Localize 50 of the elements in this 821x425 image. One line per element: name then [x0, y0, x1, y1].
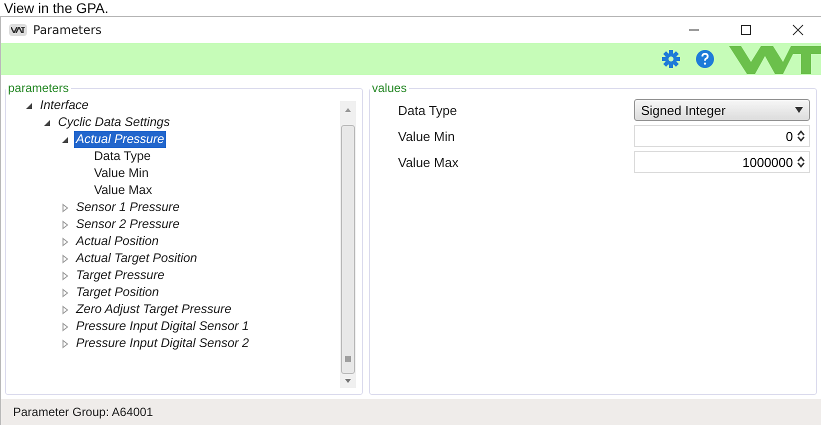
tree-item[interactable]: Actual Position [74, 233, 161, 250]
collapsed-triangle-icon[interactable] [60, 220, 70, 230]
field-label: Value Max [398, 154, 460, 170]
tree-item[interactable]: Actual Target Position [74, 250, 200, 267]
settings-icon[interactable] [661, 49, 681, 69]
caption-text: View in the GPA. [3, 0, 109, 16]
tree-item[interactable]: Zero Adjust Target Pressure [74, 301, 234, 318]
status-bar: Parameter Group: A64001 [1, 399, 821, 425]
field-label: Value Min [398, 128, 456, 144]
collapsed-triangle-icon[interactable] [60, 254, 70, 264]
collapsed-triangle-icon[interactable] [60, 304, 70, 314]
collapsed-triangle-icon[interactable] [60, 288, 70, 298]
expanded-triangle-icon[interactable] [24, 100, 34, 110]
data-type-dropdown[interactable]: Signed Integer [634, 99, 810, 121]
field-label: Data Type [398, 102, 458, 118]
spinner-arrows-icon[interactable] [797, 130, 805, 142]
spinner-arrows-icon[interactable] [797, 156, 805, 168]
app-logo-icon [9, 24, 27, 36]
tree-item[interactable]: Target Pressure [74, 267, 166, 284]
dropdown-caret-icon [795, 107, 803, 113]
panel-title: values [371, 81, 408, 95]
window-title: Parameters [33, 23, 103, 37]
number-spinner-field[interactable]: 1000000 [634, 151, 810, 173]
collapsed-triangle-icon[interactable] [60, 270, 70, 280]
tree-item[interactable]: Pressure Input Digital Sensor 2 [74, 335, 252, 352]
maximize-icon [740, 24, 752, 36]
grip-icon [344, 355, 352, 363]
scroll-down-icon[interactable] [344, 378, 352, 384]
tree-item[interactable]: Sensor 2 Pressure [74, 216, 182, 233]
tree-item[interactable]: Value Min [92, 165, 151, 182]
help-icon[interactable] [695, 49, 715, 69]
tree-item[interactable]: Pressure Input Digital Sensor 1 [74, 318, 252, 335]
number-spinner-field[interactable]: 0 [634, 125, 810, 147]
collapsed-triangle-icon[interactable] [60, 338, 70, 348]
tree-item[interactable]: Target Position [74, 284, 161, 301]
tree-item[interactable]: Cyclic Data Settings [56, 114, 172, 131]
close-icon [792, 24, 804, 36]
tree-item[interactable]: Actual Pressure [74, 131, 166, 148]
expanded-triangle-icon[interactable] [42, 118, 52, 128]
tree-item[interactable]: Data Type [92, 148, 153, 165]
collapsed-triangle-icon[interactable] [60, 236, 70, 246]
expanded-triangle-icon[interactable] [60, 134, 70, 144]
scrollbar[interactable] [340, 101, 356, 388]
tree-item[interactable]: Interface [38, 97, 91, 114]
collapsed-triangle-icon[interactable] [60, 322, 70, 332]
panel-title: parameters [7, 81, 70, 95]
scroll-up-icon[interactable] [344, 107, 352, 113]
collapsed-triangle-icon[interactable] [60, 202, 70, 212]
tree-item[interactable]: Value Max [92, 182, 154, 199]
tree-item[interactable]: Sensor 1 Pressure [74, 199, 182, 216]
